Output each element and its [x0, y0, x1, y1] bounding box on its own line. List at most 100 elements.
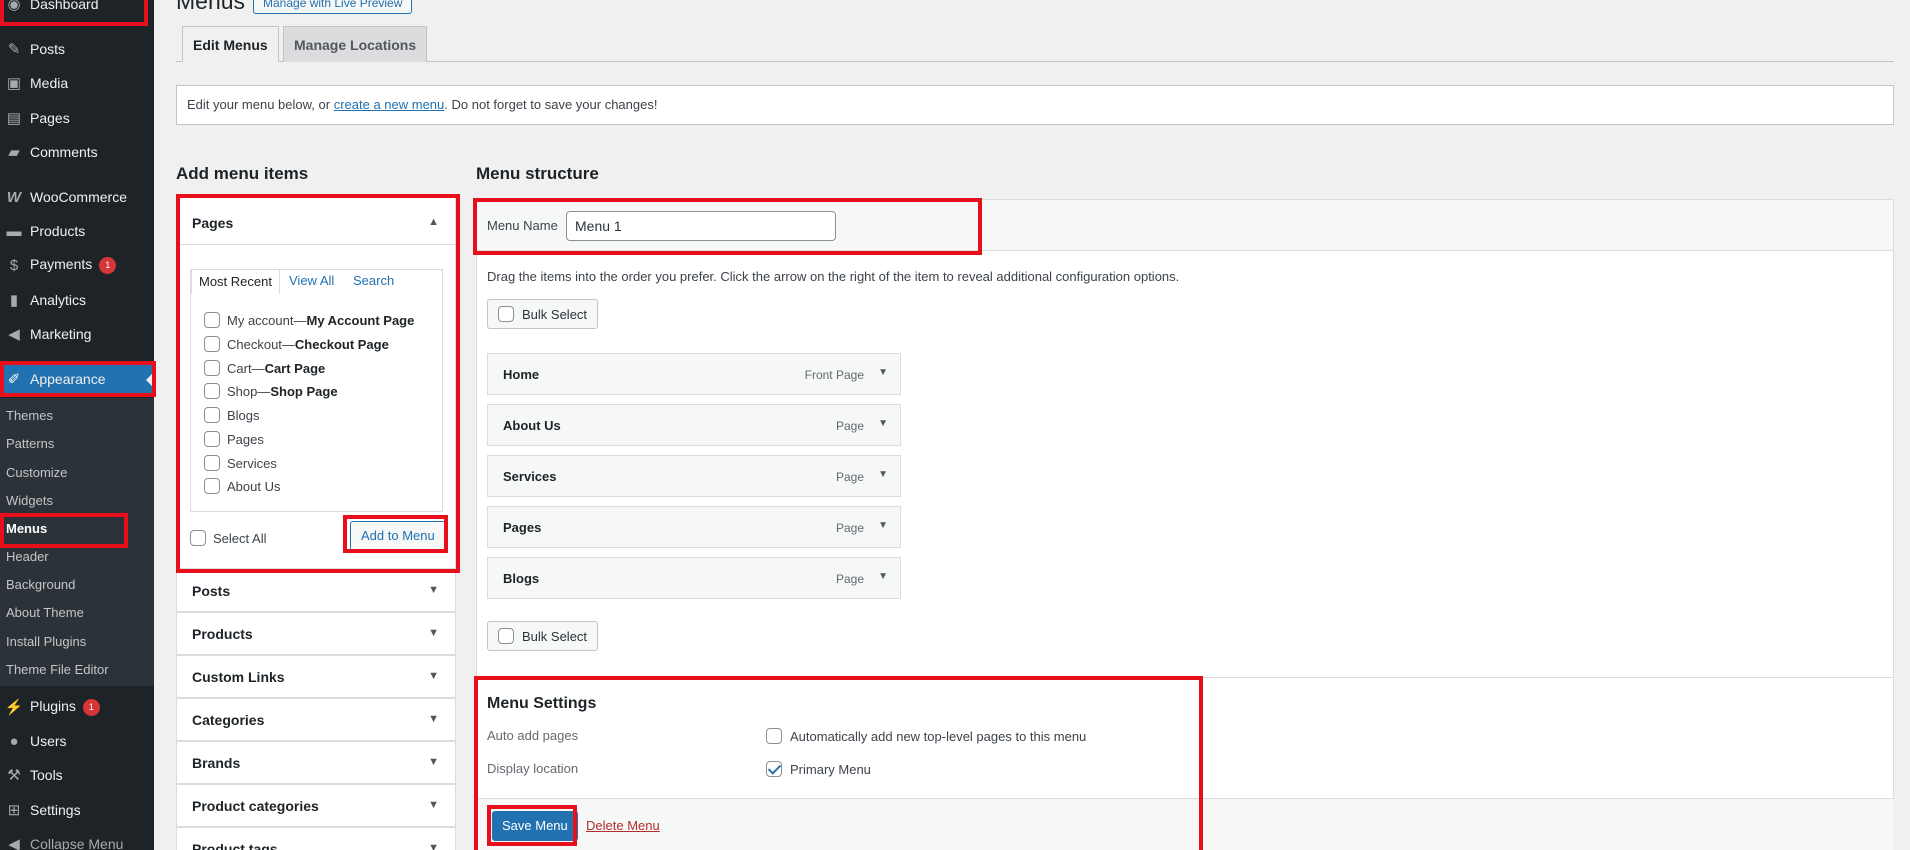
nav-analytics[interactable]: ▮ Analytics — [0, 283, 154, 317]
accordion-posts[interactable]: Posts ▼ — [176, 569, 456, 612]
select-all-checkbox[interactable] — [190, 530, 206, 546]
tab-search[interactable]: Search — [353, 273, 394, 288]
accordion-custom-links[interactable]: Custom Links ▼ — [176, 655, 456, 698]
wrench-icon: ⚒ — [7, 767, 21, 784]
nav-pages[interactable]: ▤ Pages — [0, 101, 154, 135]
submenu-customize[interactable]: Customize — [6, 465, 67, 480]
checkbox[interactable] — [204, 431, 220, 447]
checkbox[interactable] — [204, 455, 220, 471]
nav-dashboard[interactable]: ◉ Dashboard — [0, 0, 154, 21]
submenu-widgets[interactable]: Widgets — [6, 493, 53, 508]
accordion-categories[interactable]: Categories ▼ — [176, 698, 456, 741]
accordion-products[interactable]: Products ▼ — [176, 612, 456, 655]
submenu-patterns[interactable]: Patterns — [6, 436, 54, 451]
select-all[interactable]: Select All — [190, 528, 266, 548]
add-items-heading: Add menu items — [176, 164, 309, 183]
dashboard-icon: ◉ — [7, 0, 21, 13]
nav-comments[interactable]: ▰ Comments — [0, 135, 154, 169]
submenu-install-plugins[interactable]: Install Plugins — [6, 634, 86, 649]
menu-item-blogs[interactable]: Blogs Page ▼ — [487, 557, 901, 599]
nav-media[interactable]: ▣ Media — [0, 66, 154, 100]
checkbox[interactable] — [204, 383, 220, 399]
save-menu-button[interactable]: Save Menu — [492, 811, 578, 841]
bulk-select-checkbox[interactable] — [498, 628, 514, 644]
accordion-title: Product tags — [192, 841, 278, 850]
display-location-label: Display location — [487, 761, 579, 776]
expand-arrow-icon[interactable]: ▼ — [878, 367, 888, 378]
expand-arrow-icon[interactable]: ▼ — [878, 571, 888, 582]
menu-item-pages[interactable]: Pages Page ▼ — [487, 506, 901, 548]
checkbox[interactable] — [204, 478, 220, 494]
tab-view-all[interactable]: View All — [289, 273, 334, 288]
checkbox[interactable] — [204, 360, 220, 376]
checkbox[interactable] — [204, 312, 220, 328]
submenu-theme-file-editor[interactable]: Theme File Editor — [6, 662, 109, 677]
expand-arrow-icon[interactable]: ▼ — [878, 520, 888, 531]
nav-payments[interactable]: $ Payments 1 — [0, 248, 154, 282]
page-option[interactable]: Pages — [204, 429, 264, 449]
bulk-select-label: Bulk Select — [522, 628, 588, 644]
page-option[interactable]: Shop — Shop Page — [204, 381, 338, 401]
nav-appearance[interactable]: ✐ Appearance — [0, 362, 154, 396]
submenu-menus[interactable]: Menus — [6, 521, 47, 536]
tab-manage-locations[interactable]: Manage Locations — [283, 26, 428, 62]
bulk-select-checkbox[interactable] — [498, 306, 514, 322]
primary-menu-label: Primary Menu — [790, 761, 871, 777]
menu-item-about-us[interactable]: About Us Page ▼ — [487, 404, 901, 446]
pages-accordion-title[interactable]: Pages — [192, 215, 233, 231]
page-option[interactable]: Checkout — Checkout Page — [204, 334, 389, 354]
checkbox[interactable] — [204, 336, 220, 352]
add-to-menu-button[interactable]: Add to Menu — [350, 521, 446, 551]
nav-tools[interactable]: ⚒ Tools — [0, 758, 154, 792]
page-option[interactable]: Services — [204, 453, 277, 473]
notice-text-before: Edit your menu below, or — [187, 97, 334, 112]
bulk-select-top[interactable]: Bulk Select — [487, 299, 599, 329]
page-option[interactable]: About Us — [204, 476, 280, 496]
page-option[interactable]: Cart — Cart Page — [204, 358, 325, 378]
page-option[interactable]: Blogs — [204, 405, 260, 425]
nav-marketing[interactable]: ◀ Marketing — [0, 317, 154, 351]
chevron-up-icon[interactable]: ▲ — [428, 216, 439, 228]
page-suffix: Cart Page — [264, 360, 326, 376]
page-dash: — — [293, 312, 307, 328]
notice-text-after: . Do not forget to save your changes! — [444, 97, 658, 112]
create-menu-link[interactable]: create a new menu — [334, 97, 445, 112]
menu-name-input[interactable] — [566, 211, 836, 241]
tab-most-recent[interactable]: Most Recent — [191, 269, 280, 294]
accordion-product-categories[interactable]: Product categories ▼ — [176, 784, 456, 827]
nav-products[interactable]: ▬ Products — [0, 214, 154, 248]
submenu-header[interactable]: Header — [6, 549, 49, 564]
nav-posts[interactable]: ✎ Posts — [0, 32, 154, 66]
nav-plugins[interactable]: ⚡ Plugins 1 — [0, 690, 154, 724]
accordion-brands[interactable]: Brands ▼ — [176, 741, 456, 784]
nav-payments-label: Payments — [30, 256, 93, 273]
live-preview-button[interactable]: Manage with Live Preview — [253, 0, 413, 14]
delete-menu-link[interactable]: Delete Menu — [586, 818, 660, 833]
accordion-title: Products — [192, 626, 253, 642]
nav-woocommerce[interactable]: W WooCommerce — [0, 180, 154, 214]
menu-name-label: Menu Name — [487, 218, 558, 233]
menu-item-services[interactable]: Services Page ▼ — [487, 455, 901, 497]
nav-collapse-menu[interactable]: ◀ Collapse Menu — [0, 827, 154, 850]
page-option[interactable]: My account — My Account Page — [204, 310, 414, 330]
submenu-themes[interactable]: Themes — [6, 408, 53, 423]
nav-users[interactable]: ● Users — [0, 724, 154, 758]
bulk-select-bottom[interactable]: Bulk Select — [487, 621, 599, 651]
submenu-about-theme[interactable]: About Theme — [6, 605, 84, 620]
primary-menu-checkbox[interactable] — [766, 761, 782, 777]
menu-item-home[interactable]: Home Front Page ▼ — [487, 353, 901, 395]
expand-arrow-icon[interactable]: ▼ — [878, 418, 888, 429]
page-title: Menus — [176, 0, 246, 14]
primary-menu-option[interactable]: Primary Menu — [766, 761, 871, 777]
submenu-background[interactable]: Background — [6, 577, 75, 592]
checkbox[interactable] — [204, 407, 220, 423]
pin-icon: ✎ — [7, 41, 21, 58]
tab-edit-menus[interactable]: Edit Menus — [182, 26, 279, 62]
bulk-select-label: Bulk Select — [522, 306, 588, 322]
chevron-down-icon: ▼ — [428, 842, 439, 850]
auto-add-checkbox[interactable] — [766, 728, 782, 744]
auto-add-option[interactable]: Automatically add new top-level pages to… — [766, 728, 1086, 744]
expand-arrow-icon[interactable]: ▼ — [878, 469, 888, 480]
accordion-product-tags[interactable]: Product tags ▼ — [176, 827, 456, 850]
nav-settings[interactable]: ⊞ Settings — [0, 793, 154, 827]
